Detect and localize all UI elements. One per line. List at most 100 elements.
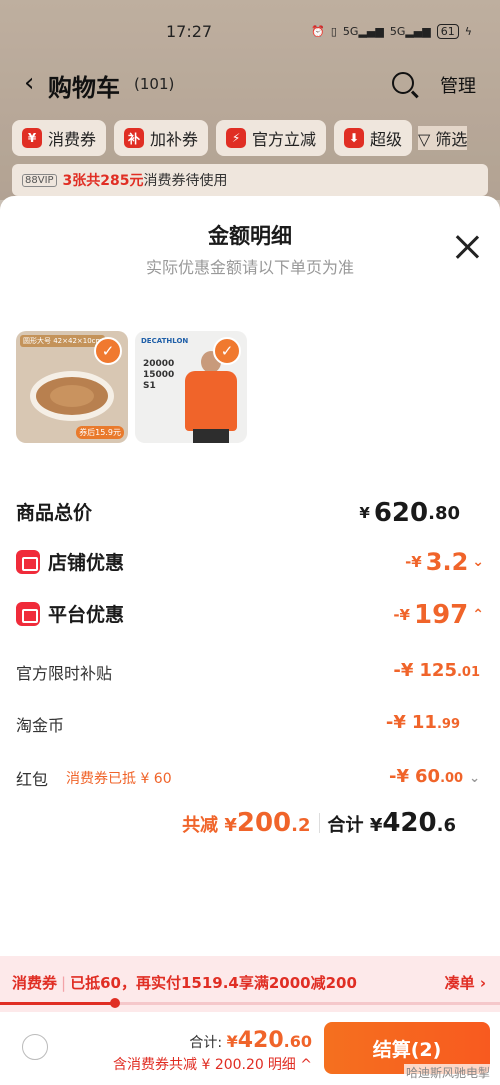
coupon-icon: ¥ — [22, 128, 42, 148]
cat-bed-image — [30, 371, 114, 421]
brand-logo: DECATHLON — [141, 337, 189, 345]
coupon-desc: 已抵60，再实付1519.4享满2000减200 — [70, 974, 357, 992]
row-coin: 淘金币 -¥ 11.99 — [16, 710, 484, 740]
bottom-total: 合计: ¥420.60 — [189, 1028, 312, 1053]
redpacket-label: 红包 — [16, 770, 49, 789]
amount: 60.00 — [415, 766, 463, 787]
detail-toggle[interactable]: 明细 ^ — [268, 1057, 312, 1073]
product-thumb-jacket[interactable]: DECATHLON 20000 15000 S1 ✓ — [135, 331, 247, 443]
currency: ¥ — [226, 1032, 238, 1051]
cart-header: ‹ 购物车 (101) 管理 — [0, 64, 500, 104]
chip-label: 官方立减 — [252, 130, 317, 149]
prefix: -¥ — [393, 660, 414, 681]
redpacket-value: -¥ 60.00 ⌄ — [389, 766, 480, 787]
amount-int: 420 — [237, 1028, 284, 1053]
shop-icon — [16, 549, 40, 574]
row-platform-discount[interactable]: 平台优惠 -¥ 197 ⌃ — [16, 600, 484, 630]
manage-button[interactable]: 管理 — [440, 72, 476, 98]
progress-dot — [110, 998, 120, 1008]
lightning-icon: ⚡ — [226, 128, 247, 148]
row-redpacket[interactable]: 红包 消费券已抵 ¥ 60 -¥ 60.00 ⌄ — [16, 764, 484, 794]
chevron-down-icon[interactable]: ⌄ — [469, 771, 480, 786]
total-label: 合计: — [189, 1035, 227, 1051]
bonus-icon: 补 — [124, 128, 145, 148]
stat-1: 20000 — [143, 359, 175, 369]
product-thumb-cat-bed[interactable]: 圆形大号 42×42×10cm 券后15.9元 ✓ — [16, 331, 128, 443]
coupon-label: 消费券 — [12, 974, 58, 992]
row-subsidy: 官方限时补贴 -¥ 125.01 — [16, 658, 484, 688]
chip-label: 消费券 — [48, 130, 97, 149]
chip-label: 超级 — [370, 130, 403, 149]
sheet-totals: 共减 ¥200.2 合计 ¥420.6 — [182, 808, 456, 838]
status-time: 17:27 — [166, 22, 213, 41]
platform-discount-value: -¥ 197 ⌃ — [393, 600, 484, 630]
chip-coupon[interactable]: ¥ 消费券 — [12, 120, 107, 156]
platform-discount-label-group: 平台优惠 — [16, 600, 124, 627]
signal-icon: 5G▂▄▆ — [342, 25, 384, 38]
save-int: 200 — [236, 808, 292, 838]
chip-bonus[interactable]: 补加补券 — [114, 120, 209, 156]
total-price-value: ¥620.80 — [359, 498, 460, 528]
separator: | — [61, 974, 67, 992]
total-sum: 合计 ¥420.6 — [328, 808, 456, 838]
row-shop-discount[interactable]: 店铺优惠 -¥ 3.2 ⌄ — [16, 548, 484, 578]
vip-count: 3张共285元 — [62, 173, 144, 189]
coin-value: -¥ 11.99 — [386, 712, 460, 733]
coupon-progress — [0, 998, 500, 1008]
close-icon[interactable] — [454, 234, 480, 260]
status-bar: 17:27 ⏰ ▯ 5G▂▄▆ 5G▂▄▆ 61 ϟ — [0, 22, 500, 46]
amount-int: 125 — [419, 660, 457, 681]
redpacket-note: 消费券已抵 ¥ 60 — [66, 771, 172, 787]
platform-icon — [16, 601, 40, 626]
stat-3: S1 — [143, 381, 156, 391]
coupon-progress-bar[interactable]: 消费券 | 已抵60，再实付1519.4享满2000减200 凑单 › — [0, 956, 500, 1012]
product-stats: 20000 15000 S1 — [143, 359, 174, 392]
amount: 125.01 — [419, 660, 480, 681]
chip-super[interactable]: ⬇ 超级 — [334, 120, 413, 156]
total-save: 共减 ¥200.2 — [182, 808, 310, 838]
prefix: -¥ — [385, 712, 406, 733]
stat-2: 15000 — [143, 370, 175, 380]
page-title: 购物车 — [48, 74, 120, 102]
select-all-radio[interactable] — [22, 1034, 48, 1060]
amount: 3.2 — [425, 548, 469, 576]
progress-fill — [0, 1002, 115, 1005]
charging-icon: ϟ — [464, 25, 472, 38]
watermark: 哈迪斯风驰电掣 — [403, 1064, 492, 1081]
amount-detail-sheet: 金额明细 实际优惠金额请以下单页为准 圆形大号 42×42×10cm 券后15.… — [0, 196, 500, 956]
total-amount: ¥420.60 — [226, 1028, 312, 1053]
sum-dec: .6 — [436, 815, 456, 836]
search-icon[interactable] — [392, 72, 414, 94]
checkmark-icon[interactable]: ✓ — [213, 337, 241, 365]
chevron-up-icon[interactable]: ⌃ — [472, 607, 484, 623]
amount-dec: .00 — [440, 771, 464, 786]
battery-icon: 61 — [436, 24, 459, 39]
checkmark-icon[interactable]: ✓ — [94, 337, 122, 365]
vip-text: 消费券待使用 — [143, 173, 228, 189]
back-arrow-icon[interactable]: ‹ — [24, 68, 34, 98]
filter-button[interactable]: ▽ 筛选 — [418, 126, 468, 150]
shop-discount-label-group: 店铺优惠 — [16, 548, 124, 575]
amount-dec: .80 — [428, 502, 460, 524]
vibrate-icon: ▯ — [330, 25, 337, 38]
add-items-link[interactable]: 凑单 › — [445, 972, 486, 993]
down-arrow-icon: ⬇ — [344, 128, 365, 148]
subsidy-label: 官方限时补贴 — [16, 664, 113, 683]
amount-dec: .60 — [283, 1032, 312, 1051]
amount-int: 11 — [411, 712, 437, 733]
amount-int: 60 — [415, 766, 441, 787]
amount-dec: .99 — [436, 717, 460, 732]
filter-icon: ▽ — [418, 130, 431, 149]
amount-int: 620 — [373, 498, 429, 528]
chevron-down-icon[interactable]: ⌄ — [472, 554, 484, 570]
platform-discount-label: 平台优惠 — [48, 604, 125, 626]
alarm-icon: ⏰ — [311, 25, 325, 38]
signal-icon-2: 5G▂▄▆ — [389, 25, 431, 38]
subsidy-value: -¥ 125.01 — [393, 660, 480, 681]
sum-int: 420 — [382, 808, 437, 838]
chip-official-discount[interactable]: ⚡ 官方立减 — [216, 120, 327, 156]
amount: 11.99 — [412, 712, 460, 733]
status-icons: ⏰ ▯ 5G▂▄▆ 5G▂▄▆ 61 ϟ — [311, 24, 472, 39]
vip-badge: 88VIP — [22, 173, 57, 187]
vip-coupon-bar[interactable]: 88VIP 3张共285元 消费券待使用 — [12, 164, 488, 196]
